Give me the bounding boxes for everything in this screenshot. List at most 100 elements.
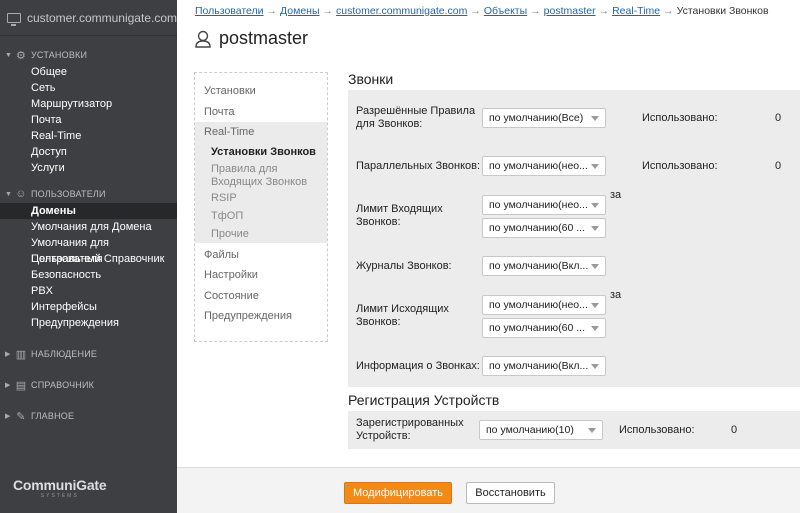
nav-status[interactable]: Состояние — [195, 286, 327, 307]
nav-realtime[interactable]: Real-Time — [195, 122, 327, 143]
user-icon — [195, 30, 211, 48]
account-name: postmaster — [219, 28, 309, 48]
row-call-info: Информация о Звонках: по умолчанию(Вкл..… — [348, 345, 800, 387]
section-nav: Установки Почта Real-Time Установки Звон… — [194, 72, 328, 342]
used-label: Использовано: — [619, 424, 695, 436]
breadcrumb-users[interactable]: Пользователи — [195, 5, 264, 17]
chevron-right-icon: ▶ — [5, 351, 11, 358]
breadcrumb-domain[interactable]: customer.communigate.com — [336, 5, 467, 17]
nav-other[interactable]: Прочие — [195, 225, 327, 243]
sidebar-item-services[interactable]: Услуги — [0, 160, 177, 176]
nav-alerts[interactable]: Предупреждения — [195, 306, 327, 327]
breadcrumb-objects[interactable]: Объекты — [484, 5, 527, 17]
field-label: Разрешённые Правила для Звонков: — [356, 104, 476, 130]
wrench-icon: ✎ — [16, 410, 26, 423]
devices-section-title: Регистрация Устройств — [348, 392, 500, 408]
user-icon: ☺ — [15, 188, 27, 200]
nav-call-settings[interactable]: Установки Звонков — [195, 143, 327, 161]
gear-icon: ⚙ — [15, 49, 27, 62]
breadcrumb-account[interactable]: postmaster — [544, 5, 596, 17]
sidebar-item-general[interactable]: Общее — [0, 64, 177, 80]
server-name: customer.communigate.com — [26, 10, 177, 25]
used-label: Использовано: — [642, 111, 718, 124]
registered-devices-select[interactable]: по умолчанию(10) — [479, 420, 603, 440]
field-label: Зарегистрированных Устройств: — [356, 417, 464, 442]
field-label: Журналы Звонков: — [356, 259, 452, 272]
modify-button[interactable]: Модифицировать — [344, 482, 452, 504]
chevron-right-icon: ▶ — [5, 413, 11, 420]
row-registered-devices: Зарегистрированных Устройств: по умолчан… — [348, 411, 800, 449]
used-value: 0 — [775, 111, 782, 124]
chevron-down-icon: ▼ — [5, 51, 13, 59]
used-label: Использовано: — [642, 160, 718, 172]
section-users[interactable]: ▼ ☺ ПОЛЬЗОВАТЕЛИ — [0, 185, 177, 203]
call-info-select[interactable]: по умолчанию(Вкл... — [482, 356, 606, 376]
section-settings[interactable]: ▼ ⚙ УСТАНОВКИ — [0, 46, 177, 64]
sidebar-item-mail[interactable]: Почта — [0, 112, 177, 128]
section-monitoring[interactable]: ▶ ▥ НАБЛЮДЕНИЕ — [0, 345, 177, 363]
sidebar-header[interactable]: customer.communigate.com — [0, 0, 177, 36]
field-label: Информация о Звонках: — [356, 359, 480, 372]
nav-pstn[interactable]: ТфОП — [195, 207, 327, 225]
sidebar-item-pbx[interactable]: PBX — [0, 283, 177, 299]
field-label: Параллельных Звонков: — [356, 159, 481, 172]
incoming-limit-count-select[interactable]: по умолчанию(нео... — [482, 194, 606, 215]
chevron-right-icon: ▶ — [5, 382, 11, 389]
sidebar-item-security[interactable]: Безопасность — [0, 267, 177, 283]
breadcrumb-domains[interactable]: Домены — [280, 5, 319, 17]
breadcrumb-realtime[interactable]: Real-Time — [612, 5, 660, 17]
per-label: за — [610, 189, 622, 201]
nav-incoming-rules[interactable]: Правила для Входящих Звонков — [195, 161, 327, 189]
nav-rsip[interactable]: RSIP — [195, 189, 327, 207]
row-incoming-limit: Лимит Входящих Звонков: по умолчанию(нео… — [348, 187, 800, 245]
sidebar-item-central-directory[interactable]: Центральный Справочник — [0, 251, 177, 267]
chevron-down-icon: ▼ — [5, 190, 13, 198]
book-icon: ▤ — [15, 379, 27, 392]
page-title: postmaster — [195, 28, 308, 49]
sidebar-item-interfaces[interactable]: Интерфейсы — [0, 299, 177, 315]
row-call-logs: Журналы Звонков: по умолчанию(Вкл... — [348, 245, 800, 287]
devices-section: Зарегистрированных Устройств: по умолчан… — [348, 411, 800, 449]
nav-realtime-group: Real-Time Установки Звонков Правила для … — [195, 122, 327, 243]
sidebar-item-network[interactable]: Сеть — [0, 80, 177, 96]
field-label: Лимит Входящих Звонков: — [356, 203, 443, 228]
row-parallel-calls: Параллельных Звонков: по умолчанию(нео..… — [348, 145, 800, 187]
nav-mail[interactable]: Почта — [195, 102, 327, 123]
communigate-logo: CommuniGate SYSTEMS — [13, 477, 107, 499]
nav-files[interactable]: Файлы — [195, 245, 327, 266]
used-value: 0 — [731, 424, 738, 436]
outgoing-limit-period-select[interactable]: по умолчанию(60 ... — [482, 317, 606, 338]
per-label: за — [610, 289, 622, 301]
restore-button[interactable]: Восстановить — [466, 482, 555, 504]
section-main[interactable]: ▶ ✎ ГЛАВНОЕ — [0, 407, 177, 425]
sidebar-item-realtime[interactable]: Real-Time — [0, 128, 177, 144]
sidebar-item-domain-defaults[interactable]: Умолчания для Домена — [0, 219, 177, 235]
nav-preferences[interactable]: Настройки — [195, 265, 327, 286]
calls-section: Разрешённые Правила для Звонков: по умол… — [348, 90, 800, 387]
breadcrumb-current: Установки Звонков — [676, 5, 769, 17]
row-outgoing-limit: Лимит Исходящих Звонков: по умолчанию(не… — [348, 287, 800, 345]
content: Звонки Разрешённые Правила для Звонков: … — [348, 68, 800, 449]
nav-settings[interactable]: Установки — [195, 81, 327, 102]
chart-icon: ▥ — [15, 348, 27, 361]
used-value: 0 — [775, 160, 782, 172]
breadcrumb: Пользователи → Домены → customer.communigate… — [195, 5, 769, 17]
call-logs-select[interactable]: по умолчанию(Вкл... — [482, 256, 606, 276]
outgoing-limit-count-select[interactable]: по умолчанию(нео... — [482, 294, 606, 315]
sidebar-item-alerts[interactable]: Предупреждения — [0, 315, 177, 331]
monitor-icon — [7, 12, 21, 26]
section-directory[interactable]: ▶ ▤ СПРАВОЧНИК — [0, 376, 177, 394]
main-panel: Пользователи → Домены → customer.communigate… — [177, 0, 800, 513]
field-label: Лимит Исходящих Звонков: — [356, 303, 449, 328]
sidebar-item-user-defaults[interactable]: Умолчания для Пользователя — [0, 235, 177, 265]
incoming-limit-period-select[interactable]: по умолчанию(60 ... — [482, 217, 606, 238]
sidebar-item-router[interactable]: Маршрутизатор — [0, 96, 177, 112]
parallel-calls-select[interactable]: по умолчанию(нео... — [482, 156, 606, 176]
sidebar-item-domains[interactable]: Домены — [0, 203, 177, 219]
row-call-rules: Разрешённые Правила для Звонков: по умол… — [348, 90, 800, 145]
sidebar-item-access[interactable]: Доступ — [0, 144, 177, 160]
action-bar: Модифицировать Восстановить — [177, 467, 800, 513]
sidebar: customer.communigate.com ▼ ⚙ УСТАНОВКИ О… — [0, 0, 177, 513]
calls-section-title: Звонки — [348, 71, 394, 87]
call-rules-select[interactable]: по умолчанию(Все) — [482, 107, 606, 128]
